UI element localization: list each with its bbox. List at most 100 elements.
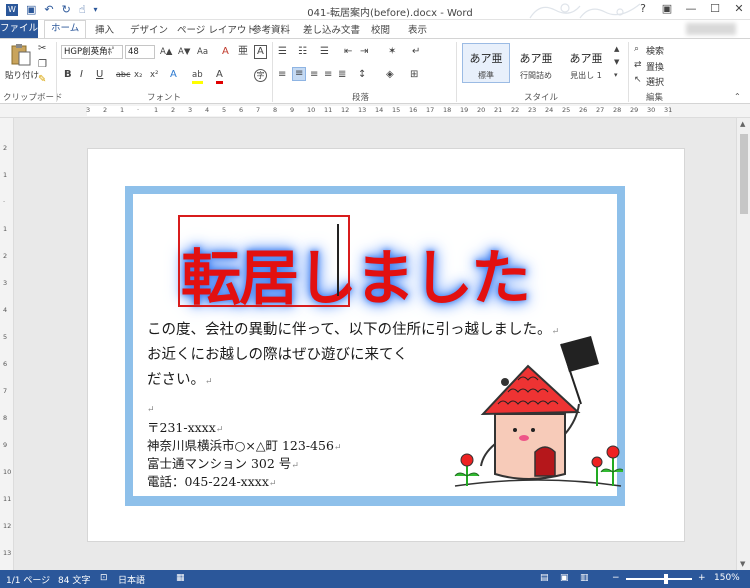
zoom-out-button[interactable]: − (612, 573, 620, 583)
style-heading-1[interactable]: あア亜 見出し 1 (562, 43, 610, 83)
document-page[interactable]: 転居しました この度、会社の異動に伴って、以下の住所に引っ越しました。↵ お近く… (87, 148, 685, 542)
borders-icon[interactable]: ⊞ (410, 69, 418, 81)
tab-home[interactable]: ホーム (44, 20, 87, 39)
zoom-slider-thumb[interactable] (664, 574, 668, 584)
format-painter-icon[interactable]: ✎ (38, 74, 46, 86)
horizontal-ruler[interactable]: 3 2 1 · 1 2 3 4 5 6 7 8 9 10 11 12 13 14 15 16 17 18 19 20 21 22 2… (0, 104, 750, 118)
scroll-up-icon[interactable]: ▲ (740, 120, 745, 128)
address-line[interactable]: 神奈川県横浜市○×△町 123-456↵ (147, 438, 341, 456)
grow-font-icon[interactable]: A▲ (160, 46, 172, 58)
body-line-3[interactable]: ださい。↵ (147, 369, 213, 393)
style-no-spacing[interactable]: あア亜 行間詰め (512, 43, 560, 83)
align-center-icon[interactable]: ≡ (292, 67, 307, 81)
tab-insert[interactable]: 挿入 (95, 22, 114, 36)
shrink-font-icon[interactable]: A▼ (178, 46, 190, 58)
bold-button[interactable]: B (64, 69, 72, 81)
tab-view[interactable]: 表示 (408, 22, 427, 36)
scroll-down-icon[interactable]: ▼ (740, 560, 745, 568)
show-marks-icon[interactable]: ↵ (412, 46, 420, 58)
find-icon[interactable]: ⌕ (634, 43, 639, 55)
strikethrough-button[interactable]: abc (116, 69, 130, 81)
enclose-characters-icon[interactable]: 字 (254, 69, 267, 82)
replace-button[interactable]: 置換 (646, 60, 664, 73)
change-case-icon[interactable]: Aa (197, 46, 208, 58)
tab-design[interactable]: デザイン (130, 22, 168, 36)
copy-icon[interactable]: ❐ (38, 59, 47, 71)
card[interactable]: 転居しました この度、会社の異動に伴って、以下の住所に引っ越しました。↵ お近く… (133, 194, 623, 496)
align-right-icon[interactable]: ≡ (310, 69, 318, 81)
print-layout-icon[interactable]: ▣ (560, 573, 569, 583)
select-icon[interactable]: ↖ (634, 74, 642, 86)
tab-page-layout[interactable]: ページ レイアウト (177, 22, 256, 36)
undo-icon[interactable]: ↶ (44, 3, 53, 17)
decrease-indent-icon[interactable]: ⇤ (344, 46, 352, 58)
house-illustration-icon[interactable] (453, 334, 623, 494)
paste-icon[interactable] (10, 43, 32, 67)
web-layout-icon[interactable]: ▥ (580, 573, 589, 583)
page-count[interactable]: 1/1 ページ (6, 573, 50, 586)
minimize-button[interactable]: — (684, 2, 698, 15)
scroll-thumb[interactable] (740, 134, 748, 214)
italic-button[interactable]: I (80, 69, 83, 81)
justify-icon[interactable]: ≡ (324, 69, 332, 81)
phone-line[interactable]: 電話：045-224-xxxx↵ (147, 474, 276, 492)
bullets-icon[interactable]: ☰ (278, 46, 287, 58)
subscript-button[interactable]: x₂ (134, 69, 142, 81)
ribbon-display-options-button[interactable]: ▣ (660, 2, 674, 15)
tab-mailings[interactable]: 差し込み文書 (303, 22, 360, 36)
proofing-icon[interactable]: ⊡ (100, 573, 108, 583)
select-button[interactable]: 選択 (646, 75, 664, 88)
maximize-button[interactable]: ☐ (708, 2, 722, 15)
distributed-icon[interactable]: ≣ (338, 69, 346, 81)
building-line[interactable]: 富士通マンション 302 号↵ (147, 456, 299, 474)
empty-line[interactable]: ↵ (147, 400, 155, 418)
shading-icon[interactable]: ◈ (386, 69, 394, 81)
postal-code-line[interactable]: 〒231-xxxx↵ (147, 420, 223, 438)
document-canvas[interactable]: 転居しました この度、会社の異動に伴って、以下の住所に引っ越しました。↵ お近く… (14, 118, 736, 570)
font-size-combo[interactable]: 48 (125, 45, 155, 59)
redo-icon[interactable]: ↻ (62, 3, 71, 17)
cut-icon[interactable]: ✂ (38, 43, 46, 55)
paste-button[interactable]: 貼り付け (5, 69, 39, 81)
font-family-combo[interactable]: HGP創英角ﾎﾟ (61, 45, 123, 59)
ruler-tick-label: 31 (664, 106, 673, 114)
word-count[interactable]: 84 文字 (58, 573, 90, 586)
close-button[interactable]: ✕ (732, 2, 746, 15)
touch-mode-icon[interactable]: ☝ (79, 3, 86, 17)
highlight-icon[interactable]: ab (192, 69, 203, 84)
language[interactable]: 日本語 (118, 573, 145, 586)
zoom-slider[interactable] (626, 578, 692, 580)
find-button[interactable]: 検索 (646, 44, 664, 57)
text-direction-icon[interactable]: ✶ (388, 46, 396, 58)
save-icon[interactable]: ▣ (26, 3, 36, 17)
tab-file[interactable]: ファイル (0, 20, 38, 38)
collapse-ribbon-icon[interactable]: ⌃ (734, 91, 741, 103)
underline-button[interactable]: U (96, 69, 103, 81)
align-left-icon[interactable]: ≡ (278, 69, 286, 81)
style-normal[interactable]: あア亜 標準 (462, 43, 510, 83)
tab-references[interactable]: 参考資料 (252, 22, 290, 36)
zoom-in-button[interactable]: + (698, 573, 706, 583)
replace-icon[interactable]: ⇄ (634, 59, 642, 71)
phonetic-guide-icon[interactable]: 亜 (238, 46, 248, 58)
vertical-ruler[interactable]: 2 1 · 1 2 3 4 5 6 7 8 9 10 11 12 13 (0, 118, 14, 570)
vertical-scrollbar[interactable]: ▲ ▼ (736, 118, 750, 570)
increase-indent-icon[interactable]: ⇥ (360, 46, 368, 58)
line-spacing-icon[interactable]: ↕ (358, 69, 366, 81)
text-effects-icon[interactable]: A (170, 69, 177, 81)
help-button[interactable]: ? (636, 2, 650, 15)
numbering-icon[interactable]: ☷ (298, 46, 307, 58)
superscript-button[interactable]: x² (150, 69, 158, 81)
clear-formatting-icon[interactable]: A (222, 46, 229, 58)
tab-review[interactable]: 校閲 (371, 22, 390, 36)
read-mode-icon[interactable]: ▤ (540, 573, 549, 583)
font-color-icon[interactable]: A (216, 69, 223, 84)
user-account[interactable] (686, 23, 736, 35)
multilevel-list-icon[interactable]: ☰ (320, 46, 329, 58)
customize-qat-icon[interactable]: ▾ (94, 3, 98, 17)
character-border-icon[interactable]: A (254, 45, 267, 59)
body-line-2[interactable]: お近くにお越しの際はぜひ遊びに来てく (147, 344, 408, 366)
macro-record-icon[interactable]: ▦ (176, 573, 185, 583)
zoom-level[interactable]: 150% (714, 573, 740, 583)
styles-gallery-scroll-icon[interactable]: ▲ ▼ ▾ (614, 43, 619, 82)
